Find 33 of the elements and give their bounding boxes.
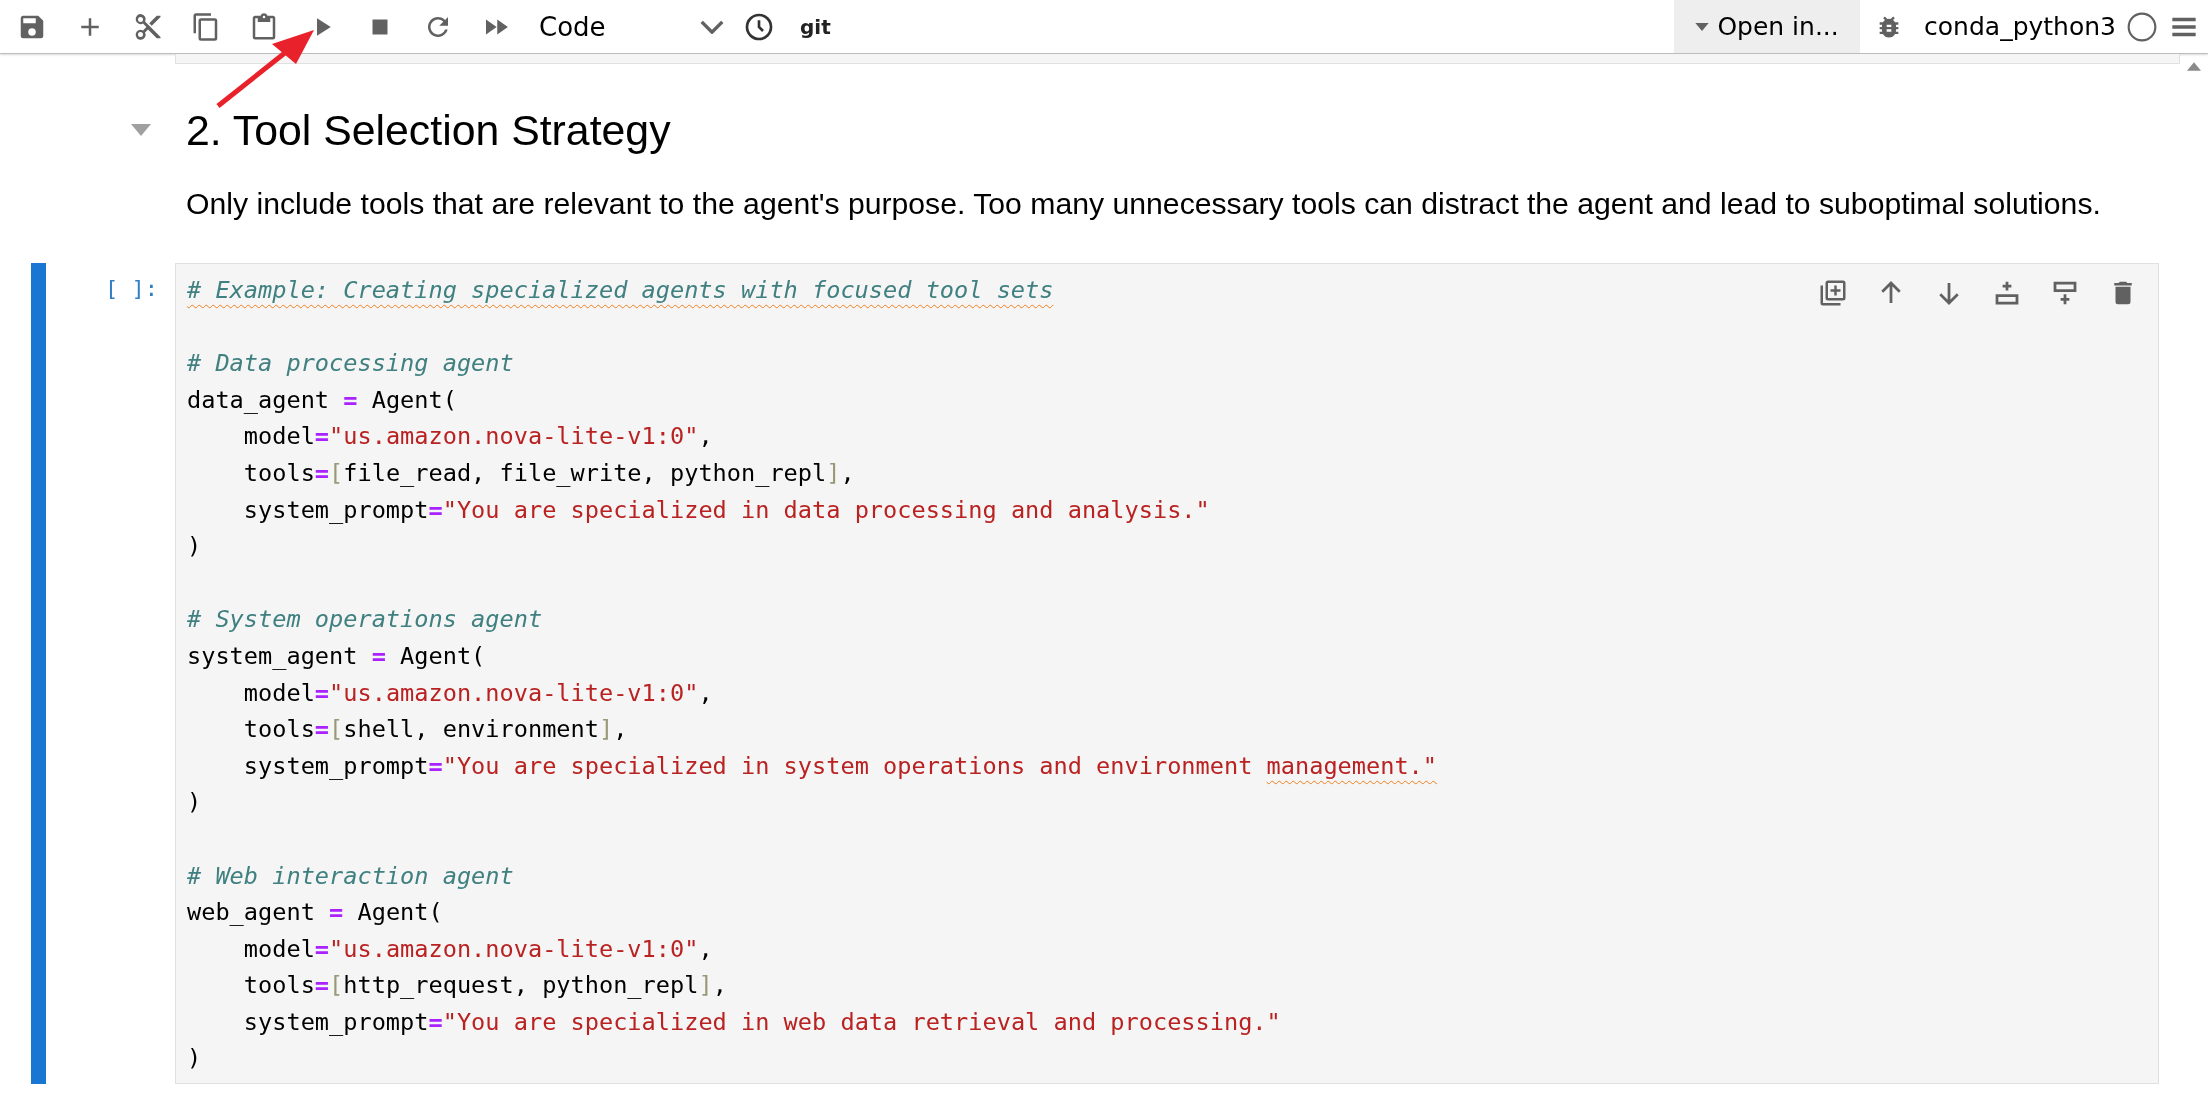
- scroll-up-icon[interactable]: [2187, 62, 2201, 71]
- open-in-button[interactable]: Open in...: [1674, 0, 1861, 53]
- code-line: system_prompt="You are specialized in web data retrieval and processing.": [242, 1006, 1281, 1038]
- code-line: system_prompt="You are specialized in data processing and analysis.": [242, 494, 1210, 526]
- duplicate-icon[interactable]: [1818, 278, 1848, 308]
- code-line: model="us.amazon.nova-lite-v1:0",: [242, 421, 713, 453]
- code-line: system_agent = Agent(: [187, 640, 486, 672]
- section-heading: 2. Tool Selection Strategy: [186, 105, 671, 155]
- code-line: # System operations agent: [187, 604, 543, 636]
- code-line: ): [187, 531, 202, 563]
- code-line: # Web interaction agent: [187, 860, 514, 892]
- git-button[interactable]: git: [792, 6, 839, 47]
- code-line: # Example: Creating specialized agents with focused tool sets: [187, 275, 1054, 306]
- code-line: system_prompt="You are specialized in system operations and environment management.": [242, 750, 1438, 782]
- code-line: # Data processing agent: [187, 348, 514, 380]
- caret-down-icon: [1695, 22, 1710, 31]
- code-line: model="us.amazon.nova-lite-v1:0",: [242, 677, 713, 709]
- code-line: ): [187, 1043, 202, 1075]
- code-cell[interactable]: [175, 263, 2159, 1085]
- code-line: tools=[http_request, python_repl],: [242, 970, 727, 1002]
- kernel-name[interactable]: conda_python3: [1924, 12, 2116, 41]
- paragraph: Only include tools that are relevant to the agent's purpose. Too many unnecessary tools can distract the agent and lead to suboptimal solutions.: [186, 186, 2102, 222]
- code-line: data_agent = Agent(: [187, 384, 457, 416]
- code-line: tools=[shell, environment],: [242, 714, 628, 746]
- cell-type-dropdown[interactable]: Code: [525, 6, 730, 47]
- code-line: web_agent = Agent(: [187, 897, 443, 929]
- code-line: tools=[file_read, file_write, python_repl],: [242, 457, 855, 489]
- code-line: ): [187, 787, 202, 819]
- code-line: model="us.amazon.nova-lite-v1:0",: [242, 933, 713, 965]
- collapse-caret-icon[interactable]: [131, 124, 151, 136]
- cell-prompt: [ ]:: [105, 275, 159, 303]
- chevron-down-icon: [700, 19, 724, 34]
- kernel-status-icon: [2126, 10, 2158, 43]
